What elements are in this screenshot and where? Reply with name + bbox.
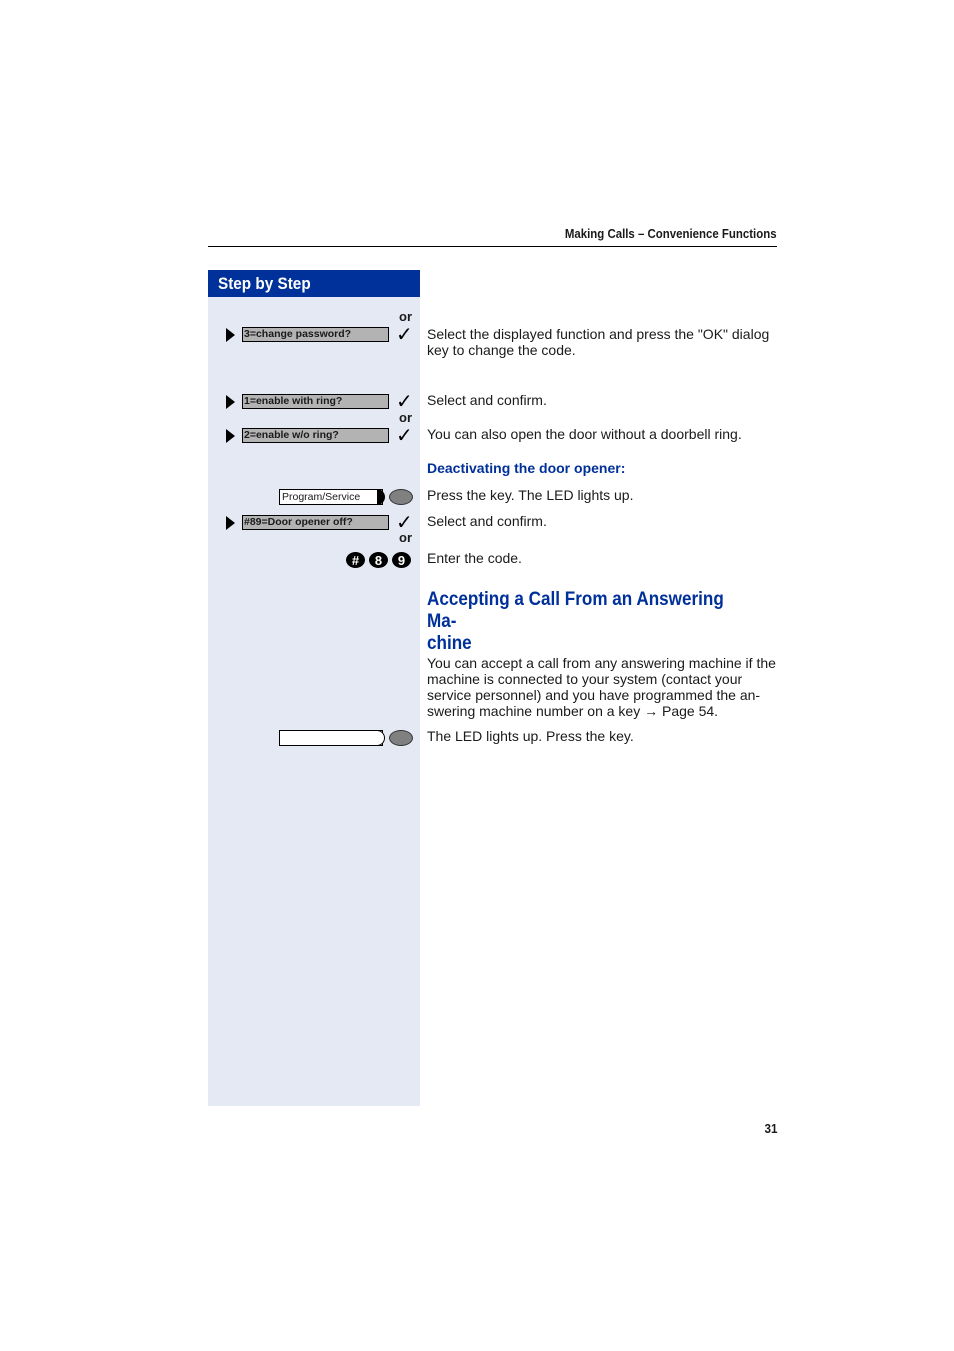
select-arrow-icon[interactable]	[226, 395, 235, 409]
display-change-password[interactable]: 3=change password?	[242, 327, 389, 342]
led-icon	[389, 730, 413, 746]
sidebar-title: Step by Step	[208, 270, 420, 297]
running-header: Making Calls – Convenience Functions	[565, 226, 777, 241]
select-arrow-icon[interactable]	[226, 328, 235, 342]
key-8-icon[interactable]: 8	[369, 552, 388, 568]
key-9-icon[interactable]: 9	[392, 552, 411, 568]
step-text-enter-code: Enter the code.	[427, 550, 522, 566]
section-title: Accepting a Call From an Answering Ma- c…	[427, 589, 724, 654]
step-text-change-password: Select the displayed function and press …	[427, 326, 770, 358]
display-door-opener-off[interactable]: #89=Door opener off?	[242, 515, 389, 530]
led-icon	[389, 489, 413, 505]
step-text-program-service: Press the key. The LED lights up.	[427, 487, 634, 503]
ok-check-icon[interactable]: ✓	[396, 392, 413, 412]
ok-check-icon[interactable]: ✓	[396, 426, 413, 446]
display-enable-wo-ring[interactable]: 2=enable w/o ring?	[242, 428, 389, 443]
select-arrow-icon[interactable]	[226, 429, 235, 443]
section-body: You can accept a call from any answering…	[427, 655, 776, 719]
step-text-answering-key: The LED lights up. Press the key.	[427, 728, 634, 744]
step-text-enable-with-ring: Select and confirm.	[427, 392, 547, 408]
or-label: or	[399, 410, 412, 425]
page-number: 31	[763, 1121, 777, 1136]
step-text-door-opener-off: Select and confirm.	[427, 513, 547, 529]
select-arrow-icon[interactable]	[226, 516, 235, 530]
step-text-enable-wo-ring: You can also open the door without a doo…	[427, 426, 742, 442]
ok-check-icon[interactable]: ✓	[396, 325, 413, 345]
program-service-key[interactable]: Program/Service	[279, 489, 383, 505]
hash-key-icon[interactable]: #	[346, 552, 365, 568]
or-label: or	[399, 530, 412, 545]
display-enable-with-ring[interactable]: 1=enable with ring?	[242, 394, 389, 409]
subheading-deactivating: Deactivating the door opener:	[427, 460, 626, 476]
answering-machine-key[interactable]	[279, 730, 383, 746]
header-rule	[208, 246, 777, 247]
or-label: or	[399, 309, 412, 324]
